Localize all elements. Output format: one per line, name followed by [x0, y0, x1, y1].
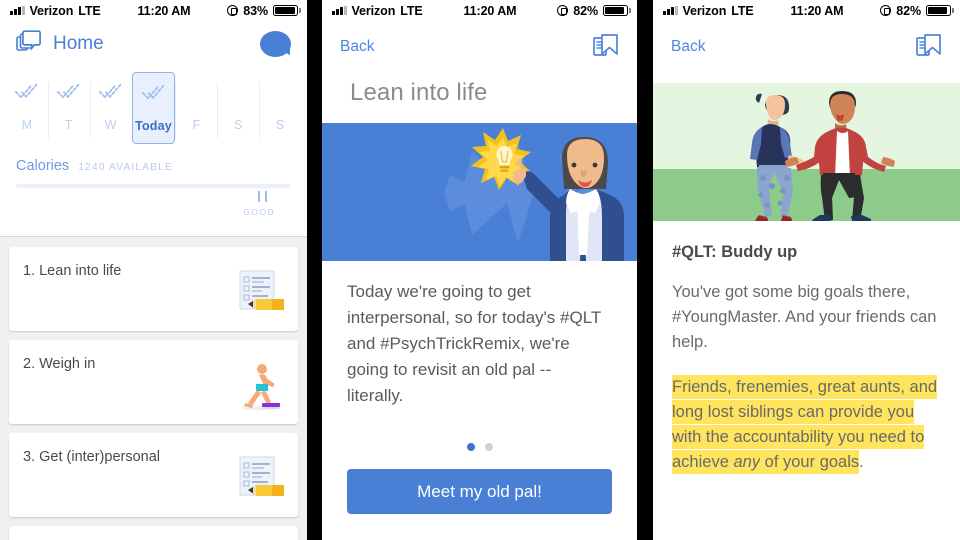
day-label: M — [21, 118, 33, 132]
home-nav-button[interactable]: Home — [16, 30, 104, 58]
stacked-cards-icon — [16, 30, 42, 58]
notepad-pencil-icon — [226, 269, 286, 321]
day-label: W — [104, 118, 117, 132]
buddy-heading: #QLT: Buddy up — [672, 243, 798, 261]
battery-icon — [926, 4, 954, 17]
clock-label: 11:20 AM — [463, 3, 517, 18]
buddy-paragraph: You've got some big goals there, #YoungM… — [672, 283, 937, 351]
day-label: Today — [135, 119, 172, 133]
phone-screen-buddy-up: Verizon LTE 11:20 AM 82% Back #QLT: Budd… — [653, 0, 960, 540]
calories-label: Calories — [16, 158, 70, 174]
home-header: Home — [0, 21, 307, 66]
network-label: LTE — [731, 3, 754, 18]
calories-available-label: 1240 AVAILABLE — [78, 161, 173, 173]
notepad-pencil-icon — [226, 455, 286, 507]
back-button[interactable]: Back — [671, 38, 705, 56]
check-icon — [15, 83, 39, 99]
meet-my-old-pal-button[interactable]: Meet my old pal! — [347, 469, 612, 514]
day-label: S — [233, 118, 243, 132]
two-people-walking-illustration — [653, 83, 960, 221]
list-item[interactable]: 1. Lean into life — [9, 247, 298, 331]
list-item[interactable]: 2. Weigh in — [9, 340, 298, 424]
status-bar-3: Verizon LTE 11:20 AM 82% — [653, 0, 960, 21]
bookmark-page-icon[interactable] — [593, 33, 619, 61]
list-item[interactable]: 3. Get (inter)personal — [9, 433, 298, 517]
network-label: LTE — [78, 3, 101, 18]
panel-divider — [637, 0, 653, 540]
battery-icon — [603, 4, 631, 17]
signal-bars-icon — [663, 6, 678, 15]
page-title: Home — [53, 33, 104, 54]
day-cell-m[interactable]: M — [6, 72, 48, 144]
battery-percent-label: 83% — [243, 3, 268, 18]
paragraph-period: . — [859, 453, 864, 471]
signal-bars-icon — [10, 6, 25, 15]
list-item[interactable]: 4. Unpack your toolkit — [9, 526, 298, 540]
lesson-title: Lean into life — [350, 79, 488, 106]
day-cell-s1[interactable]: S — [217, 72, 259, 144]
network-label: LTE — [400, 3, 423, 18]
week-day-strip: M T W Today F S S — [0, 66, 307, 144]
carrier-label: Verizon — [351, 3, 396, 18]
carrier-label: Verizon — [682, 3, 727, 18]
lesson-body-text: Today we're going to get interpersonal, … — [347, 282, 601, 405]
task-title: 2. Weigh in — [23, 356, 96, 372]
calories-gauge-label: GOOD — [243, 207, 275, 217]
highlight-text-italic: any — [733, 450, 761, 474]
task-title: 3. Get (inter)personal — [23, 449, 161, 465]
man-with-idea-lightbulb-illustration — [322, 123, 637, 261]
chat-bubble-icon[interactable] — [260, 31, 291, 57]
day-cell-s2[interactable]: S — [259, 72, 301, 144]
pagination-dot-active[interactable] — [466, 443, 475, 451]
battery-percent-label: 82% — [896, 3, 921, 18]
check-icon — [57, 83, 80, 99]
rotation-lock-icon — [880, 5, 892, 16]
three-phone-screenshots: Verizon LTE 11:20 AM 83% Home M T W Toda… — [0, 0, 960, 540]
clock-label: 11:20 AM — [790, 3, 844, 18]
day-label: F — [192, 118, 201, 132]
check-icon — [99, 83, 122, 99]
status-bar-1: Verizon LTE 11:20 AM 83% — [0, 0, 307, 21]
phone-screen-lesson: Verizon LTE 11:20 AM 82% Back Lean into … — [322, 0, 637, 540]
check-icon — [141, 84, 165, 100]
clock-label: 11:20 AM — [137, 3, 191, 18]
phone-screen-home: Verizon LTE 11:20 AM 83% Home M T W Toda… — [0, 0, 307, 540]
day-cell-today[interactable]: Today — [131, 72, 176, 144]
day-cell-t[interactable]: T — [47, 72, 90, 144]
panel-divider — [307, 0, 322, 540]
day-cell-w[interactable]: W — [89, 72, 132, 144]
bookmark-page-icon[interactable] — [916, 33, 942, 61]
carousel-pagination[interactable] — [322, 443, 637, 451]
highlight-text-part2: of your goals — [760, 450, 860, 474]
signal-bars-icon — [332, 6, 347, 15]
day-label: T — [64, 118, 73, 132]
calories-section[interactable]: Calories 1240 AVAILABLE GOOD — [0, 144, 307, 217]
rotation-lock-icon — [557, 5, 569, 16]
status-bar-2: Verizon LTE 11:20 AM 82% — [322, 0, 637, 21]
buddy-highlighted-paragraph: Friends, frenemies, great aunts, and lon… — [653, 355, 960, 475]
lesson-navbar: Back — [322, 21, 637, 61]
day-label: S — [275, 118, 285, 132]
buddy-navbar: Back — [653, 21, 960, 61]
task-list: 1. Lean into life 2. Weigh in 3. Get (in… — [0, 237, 307, 540]
person-on-scale-icon — [226, 362, 286, 414]
battery-percent-label: 82% — [573, 3, 598, 18]
day-cell-f[interactable]: F — [175, 72, 217, 144]
task-title: 1. Lean into life — [23, 263, 122, 279]
pagination-dot[interactable] — [484, 443, 493, 451]
back-button[interactable]: Back — [340, 38, 374, 56]
carrier-label: Verizon — [29, 3, 74, 18]
battery-icon — [273, 4, 301, 17]
rotation-lock-icon — [227, 5, 239, 16]
